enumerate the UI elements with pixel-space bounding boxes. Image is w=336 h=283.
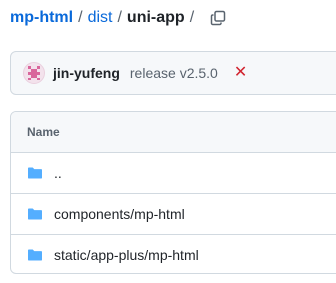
check-status-failed-icon[interactable]: ✕	[234, 65, 247, 81]
row-label[interactable]: ..	[54, 165, 62, 181]
breadcrumb-dist-link[interactable]: dist	[88, 9, 113, 27]
breadcrumb-separator: /	[78, 9, 83, 26]
latest-commit-bar: jin-yufeng release v2.5.0 ✕	[10, 51, 336, 95]
file-table: Name .. components/mp-html static/app-pl…	[10, 111, 336, 274]
row-label[interactable]: static/app-plus/mp-html	[54, 247, 199, 263]
table-row-parent-directory[interactable]: ..	[11, 153, 336, 194]
copy-icon	[210, 10, 226, 26]
row-label[interactable]: components/mp-html	[54, 206, 185, 222]
identicon-icon	[28, 66, 40, 80]
table-row-components-mp-html[interactable]: components/mp-html	[11, 194, 336, 235]
breadcrumb-separator: /	[117, 9, 122, 26]
breadcrumb-current: uni-app	[126, 9, 185, 26]
folder-icon	[27, 165, 43, 181]
breadcrumb-separator: /	[189, 9, 195, 26]
table-header-name: Name	[11, 112, 336, 153]
copy-path-button[interactable]	[207, 7, 229, 29]
commit-author-link[interactable]: jin-yufeng	[53, 65, 120, 81]
folder-icon	[27, 247, 43, 263]
breadcrumb-repo-link[interactable]: mp-html	[10, 9, 73, 27]
breadcrumb: mp-html / dist / uni-app /	[10, 6, 229, 30]
commit-message-link[interactable]: release v2.5.0	[130, 65, 218, 81]
folder-icon	[27, 206, 43, 222]
avatar[interactable]	[23, 62, 45, 84]
table-row-static-app-plus-mp-html[interactable]: static/app-plus/mp-html	[11, 235, 336, 273]
